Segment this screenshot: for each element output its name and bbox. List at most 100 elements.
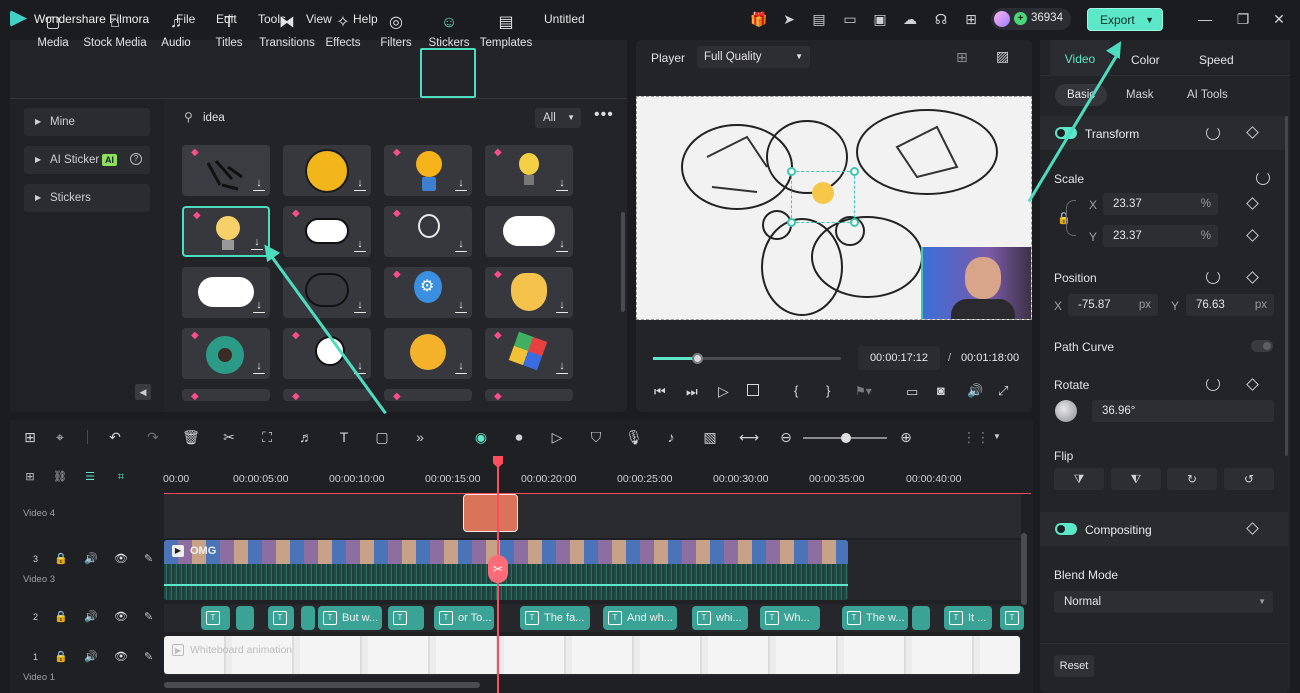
- close-icon[interactable]: ✕: [1270, 10, 1288, 28]
- next-frame-icon[interactable]: ⏭: [686, 384, 698, 400]
- reset-icon[interactable]: [1206, 126, 1220, 140]
- sticker-item[interactable]: ◆ ↓: [384, 206, 472, 257]
- sidebar-item-ai-sticker[interactable]: ▶ AI Sticker AI ?: [24, 146, 150, 174]
- zoom-slider-handle[interactable]: [841, 433, 851, 443]
- title-clip[interactable]: Twhi...: [692, 606, 748, 630]
- download-icon[interactable]: ↓: [455, 177, 467, 191]
- title-clip[interactable]: T It ...: [944, 606, 992, 630]
- filter-select[interactable]: All ▼: [535, 108, 581, 128]
- crop-icon[interactable]: ⛶: [258, 428, 276, 446]
- scale-x-input[interactable]: 23.37%: [1103, 193, 1218, 215]
- path-curve-toggle[interactable]: [1251, 340, 1273, 352]
- rotate-dial[interactable]: [1055, 400, 1077, 422]
- play-icon[interactable]: ▷: [718, 383, 729, 400]
- save-icon[interactable]: ▣: [871, 10, 889, 28]
- display-icon[interactable]: ▭: [906, 384, 918, 400]
- tab-titles[interactable]: T Titles: [200, 8, 258, 54]
- sidebar-item-stickers[interactable]: ▶ Stickers: [24, 184, 150, 212]
- ai-copilot-icon[interactable]: ◉: [472, 428, 490, 446]
- sticker-scrollbar[interactable]: [621, 212, 625, 312]
- title-clip[interactable]: T: [388, 606, 424, 630]
- gift-icon[interactable]: 🎁: [750, 10, 768, 28]
- zoom-out-icon[interactable]: ⊖: [777, 428, 795, 446]
- resize-handle[interactable]: [850, 167, 859, 176]
- marker-icon[interactable]: ⚑▾: [855, 384, 872, 398]
- tab-video[interactable]: Video: [1050, 40, 1110, 76]
- sticker-item[interactable]: ◆ ↓: [384, 145, 472, 196]
- record-icon[interactable]: ⏺: [510, 428, 528, 446]
- sticker-item[interactable]: ◆: [485, 389, 573, 401]
- track-edit-icon[interactable]: ✎: [144, 650, 153, 663]
- title-clip[interactable]: [236, 606, 254, 630]
- reset-icon[interactable]: [1206, 377, 1220, 391]
- more-options-icon[interactable]: •••: [594, 106, 614, 124]
- snapshot-icon[interactable]: ◙: [937, 383, 945, 398]
- cloud-upload-icon[interactable]: ☁: [901, 10, 919, 28]
- progress-track[interactable]: [653, 353, 841, 364]
- restore-icon[interactable]: ❐: [1234, 10, 1252, 28]
- track-edit-icon[interactable]: ✎: [144, 610, 153, 623]
- download-icon[interactable]: ↓: [556, 360, 568, 374]
- download-icon[interactable]: ↓: [556, 299, 568, 313]
- redo-icon[interactable]: ↷: [144, 428, 162, 446]
- rotate-input[interactable]: 36.96°: [1092, 400, 1274, 422]
- title-clip[interactable]: T: [268, 606, 294, 630]
- image-icon[interactable]: ▨: [996, 48, 1009, 65]
- layout-grid-icon[interactable]: ⊞: [21, 428, 39, 446]
- title-clip[interactable]: T But w...: [318, 606, 382, 630]
- sticker-item[interactable]: ◆ ↓: [485, 328, 573, 379]
- zoom-slider[interactable]: [803, 433, 887, 443]
- grid-view-icon[interactable]: ⊞: [956, 49, 968, 66]
- position-y-input[interactable]: 76.63 px: [1186, 294, 1274, 316]
- microphone-icon[interactable]: 🎙: [625, 428, 643, 446]
- volume-icon[interactable]: 🔊: [967, 383, 983, 399]
- eye-icon[interactable]: 👁: [114, 552, 128, 565]
- title-clip[interactable]: T The fa...: [520, 606, 590, 630]
- sticker-item[interactable]: ◆ ↓: [485, 145, 573, 196]
- download-icon[interactable]: ↓: [253, 299, 265, 313]
- eye-icon[interactable]: 👁: [114, 610, 128, 623]
- subtab-mask[interactable]: Mask: [1126, 89, 1153, 101]
- add-track-icon[interactable]: ⊞: [23, 470, 37, 484]
- download-icon[interactable]: ↓: [455, 299, 467, 313]
- download-icon[interactable]: ↓: [354, 238, 366, 252]
- link-icon[interactable]: ⛓: [53, 470, 67, 484]
- tab-color[interactable]: Color: [1131, 53, 1160, 67]
- sticker-item[interactable]: ◆: [283, 389, 371, 401]
- chevron-down-icon[interactable]: ▼: [993, 432, 1001, 441]
- tab-stickers[interactable]: ☺ Stickers: [420, 8, 478, 54]
- video-clip-whiteboard[interactable]: ▶ Whiteboard animation: [164, 636, 1020, 674]
- collapse-sidebar-button[interactable]: ◀: [135, 384, 151, 400]
- tab-templates[interactable]: ▤ Templates: [477, 8, 535, 54]
- shield-icon[interactable]: ⛉: [587, 428, 605, 446]
- track-edit-icon[interactable]: ✎: [144, 552, 153, 565]
- scissors-icon[interactable]: ✂: [488, 555, 508, 583]
- flip-horizontal-button[interactable]: ⧩: [1054, 468, 1104, 490]
- download-icon[interactable]: ↓: [556, 238, 568, 252]
- tab-audio[interactable]: ♫ Audio: [147, 8, 205, 54]
- title-clip[interactable]: Tor To...: [434, 606, 494, 630]
- undo-icon[interactable]: ↶: [106, 428, 124, 446]
- tab-filters[interactable]: ◎ Filters: [367, 8, 425, 54]
- rotate-right-button[interactable]: ↻: [1167, 468, 1217, 490]
- sticker-item[interactable]: ↓: [182, 267, 270, 318]
- progress-handle[interactable]: [692, 353, 703, 364]
- track-layout-icon[interactable]: ☰: [83, 470, 97, 484]
- help-icon[interactable]: ?: [130, 153, 142, 165]
- download-icon[interactable]: ↓: [556, 177, 568, 191]
- sticker-item[interactable]: ↓: [485, 206, 573, 257]
- download-icon[interactable]: ↓: [455, 360, 467, 374]
- timeline-vscrollbar[interactable]: [1021, 533, 1027, 605]
- music-list-icon[interactable]: ♪: [662, 428, 680, 446]
- download-icon[interactable]: ↓: [455, 238, 467, 252]
- download-icon[interactable]: ↓: [354, 299, 366, 313]
- tab-media[interactable]: ▢ Media: [24, 8, 82, 54]
- sticker-item[interactable]: ◆: [384, 389, 472, 401]
- title-clip[interactable]: T And wh...: [603, 606, 677, 630]
- tab-transitions[interactable]: ⧓ Transitions: [255, 8, 319, 54]
- sticker-item[interactable]: ◆: [182, 389, 270, 401]
- video-preview[interactable]: [636, 96, 1032, 320]
- sticker-item[interactable]: ↓: [384, 328, 472, 379]
- download-icon[interactable]: ↓: [253, 360, 265, 374]
- reset-icon[interactable]: [1206, 270, 1220, 284]
